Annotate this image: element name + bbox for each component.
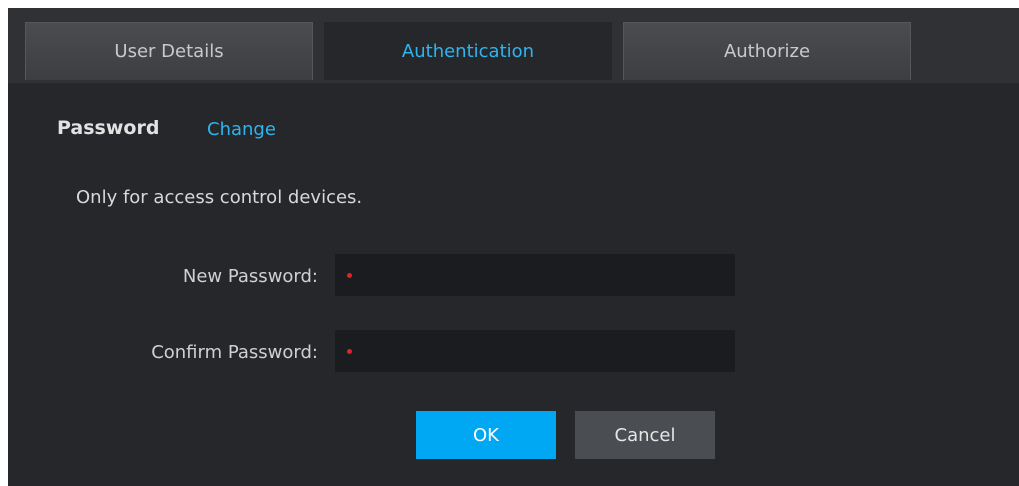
required-marker-icon — [347, 273, 352, 278]
tab-bar: User Details Authentication Authorize — [8, 8, 1019, 83]
tab-authentication[interactable]: Authentication — [324, 22, 612, 80]
ok-button[interactable]: OK — [416, 411, 556, 459]
password-section-title: Password — [57, 117, 160, 139]
confirm-password-input[interactable] — [335, 330, 735, 372]
access-control-note: Only for access control devices. — [76, 187, 363, 208]
tab-authorize[interactable]: Authorize — [623, 22, 911, 80]
new-password-label: New Password: — [182, 266, 318, 287]
change-password-link[interactable]: Change — [207, 119, 276, 140]
tab-user-details[interactable]: User Details — [25, 22, 313, 80]
required-marker-icon — [347, 349, 352, 354]
new-password-input[interactable] — [335, 254, 735, 296]
cancel-button[interactable]: Cancel — [575, 411, 715, 459]
dialog-frame: User Details Authentication Authorize Pa… — [8, 8, 1019, 486]
confirm-password-label: Confirm Password: — [151, 342, 318, 363]
authentication-panel: Password Change Only for access control … — [8, 83, 1019, 486]
